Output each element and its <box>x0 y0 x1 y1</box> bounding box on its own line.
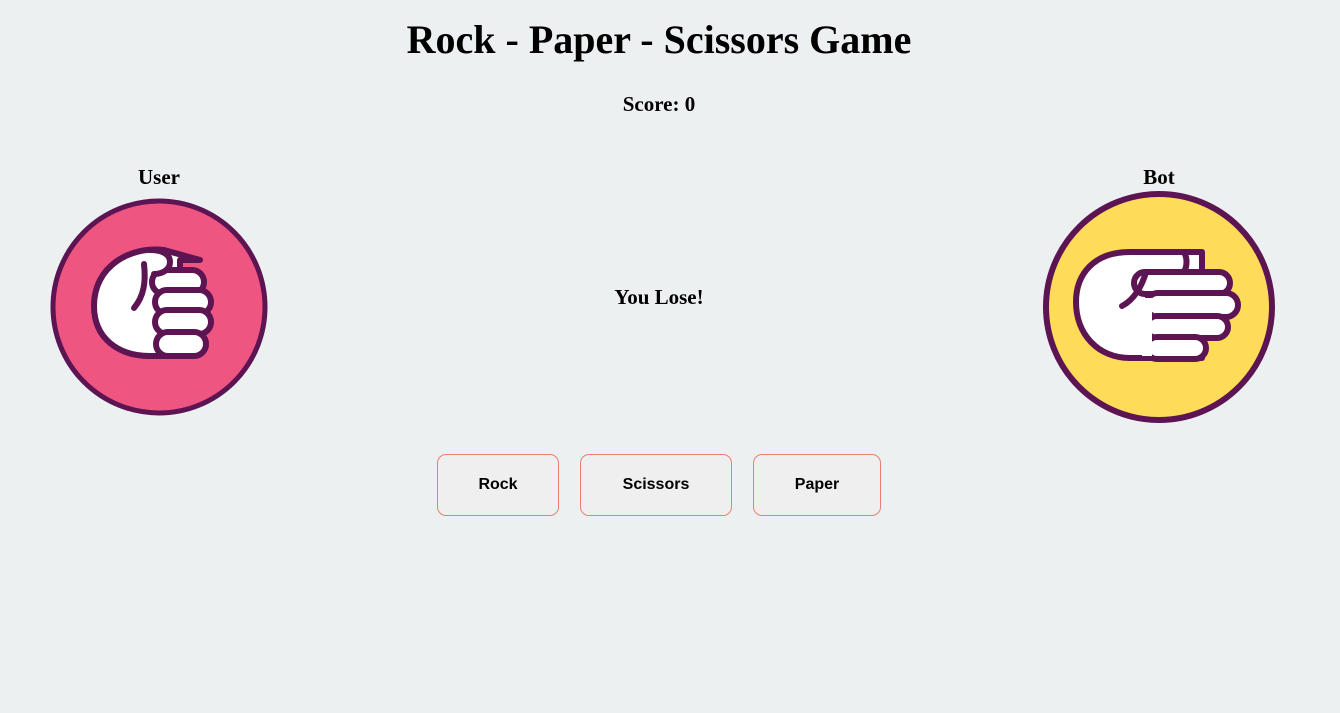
rock-button[interactable]: Rock <box>437 454 559 516</box>
result-message: You Lose! <box>614 285 704 309</box>
scissors-button[interactable]: Scissors <box>580 454 732 516</box>
score-display: Score: 0 <box>622 92 696 116</box>
game-page: Rock - Paper - Scissors Game Score: 0 Us… <box>0 0 1340 713</box>
user-label: User <box>138 165 180 189</box>
bot-label: Bot <box>1143 165 1175 189</box>
page-title: Rock - Paper - Scissors Game <box>406 17 912 62</box>
paper-button[interactable]: Paper <box>753 454 881 516</box>
